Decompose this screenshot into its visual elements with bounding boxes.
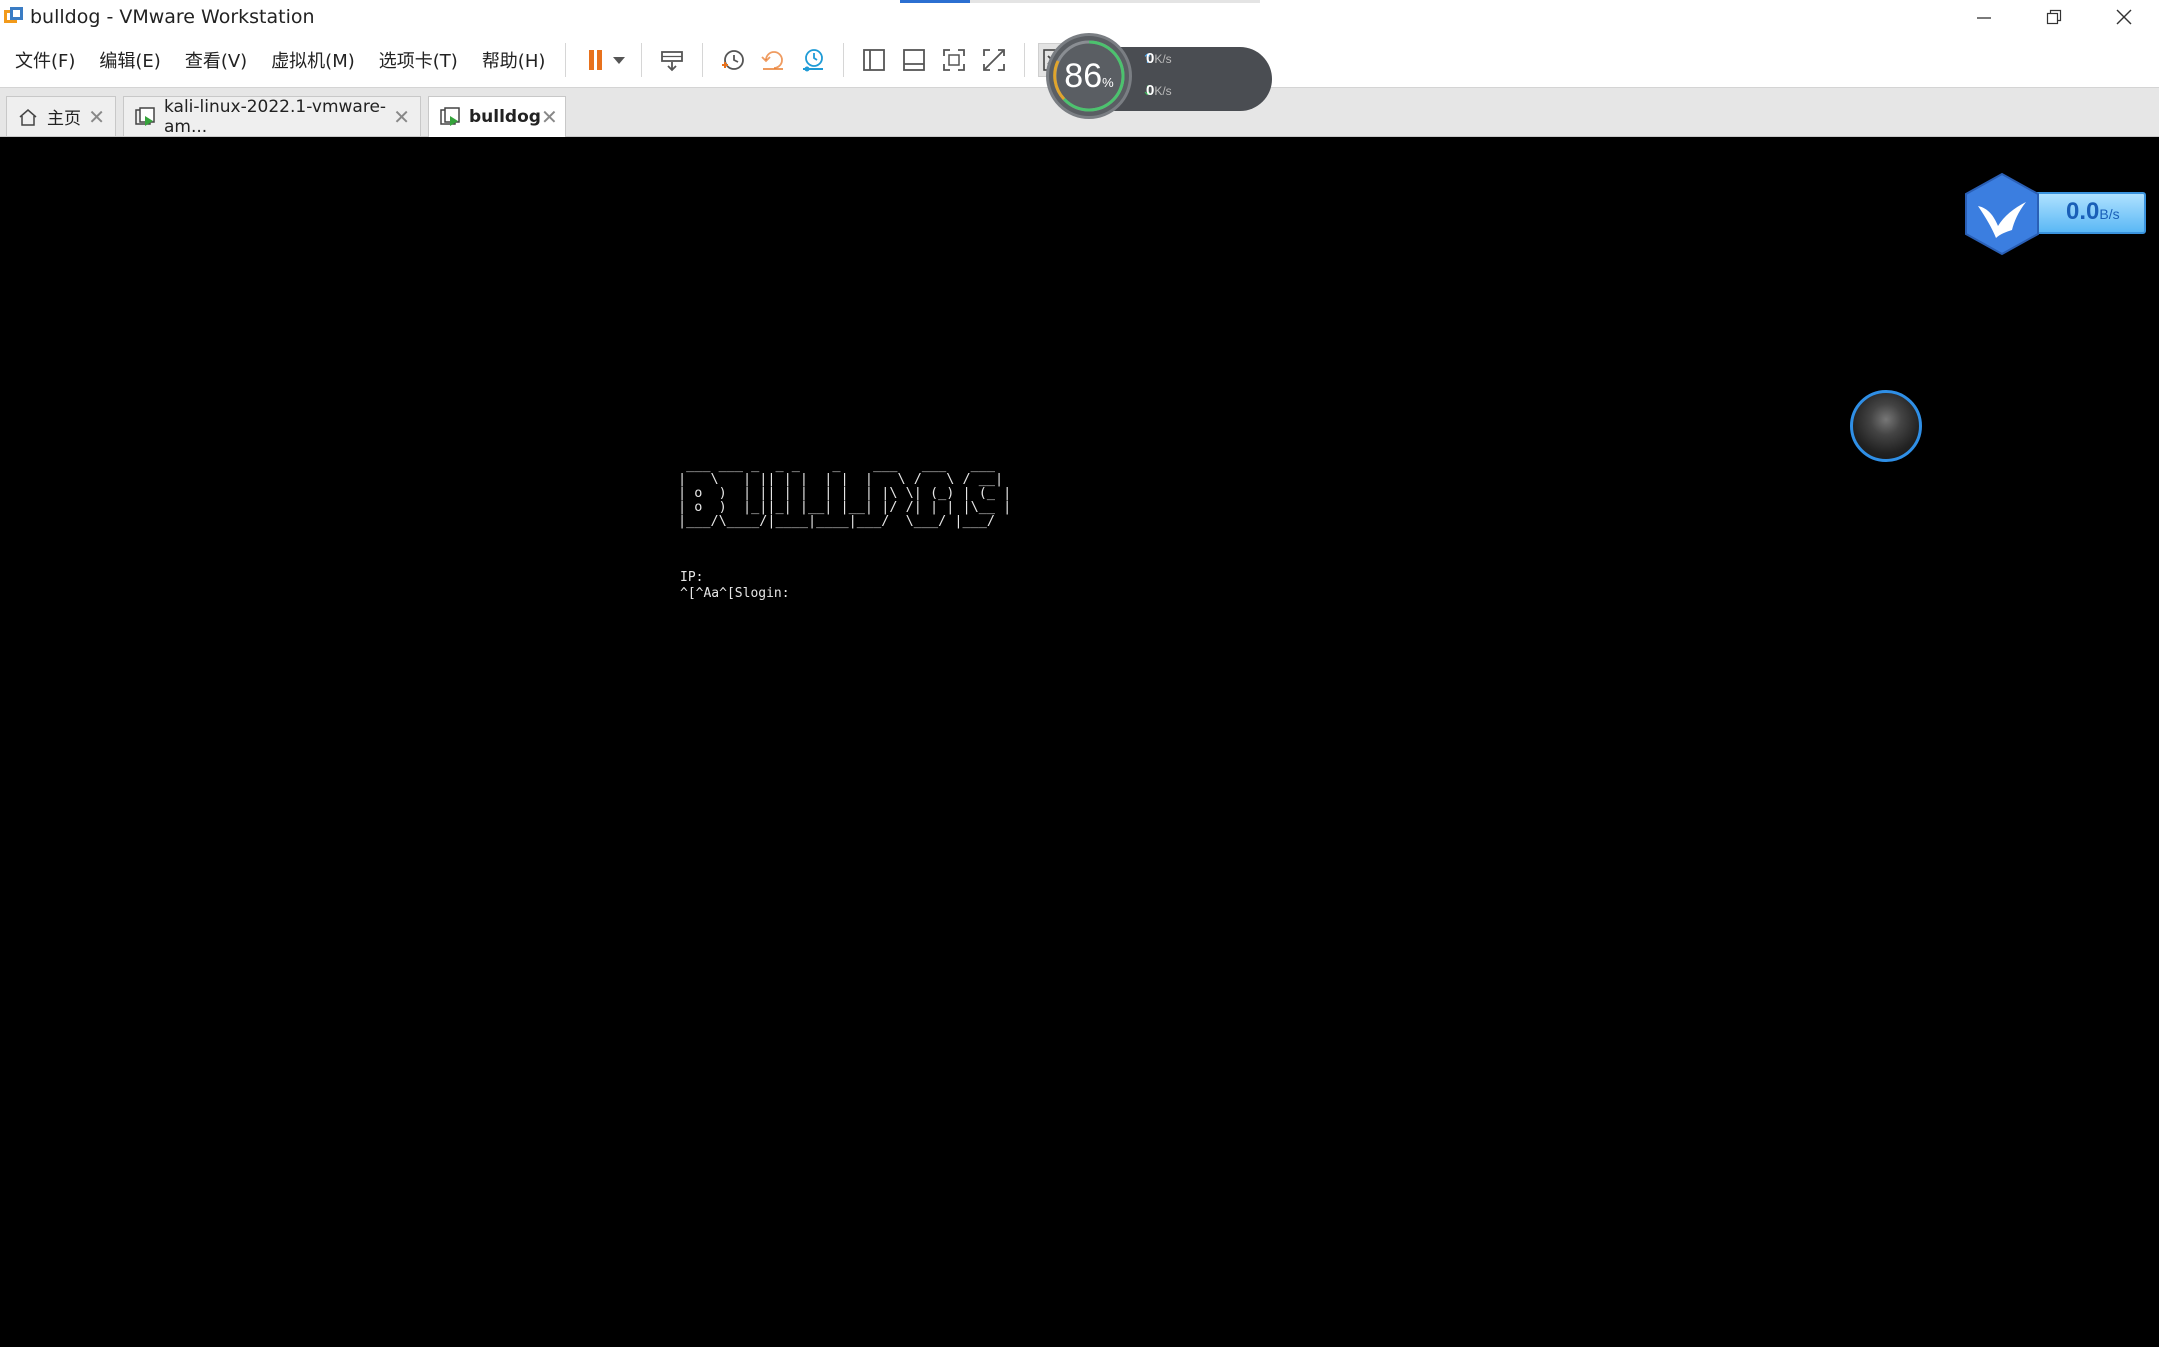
take-snapshot-button[interactable]: [716, 43, 750, 77]
login-prompt: ^[^Aa^[Slogin:: [680, 586, 790, 601]
tab-bulldog-label: bulldog: [469, 107, 541, 127]
full-screen-icon: [943, 49, 966, 71]
toolbar-divider: [702, 43, 704, 77]
bird-unit: B/s: [2099, 206, 2120, 222]
menu-vm[interactable]: 虚拟机(M): [261, 47, 365, 73]
network-speed-widget[interactable]: 86% ↑ 0K/s ↓ 0K/s: [1046, 33, 1272, 125]
send-ctrl-alt-del-button[interactable]: [655, 43, 689, 77]
progress-track: [970, 0, 1260, 3]
tab-kali-linux-label: kali-linux-2022.1-vmware-am...: [164, 96, 387, 137]
restore-button[interactable]: [2019, 0, 2089, 33]
gauge-percent-unit: %: [1102, 74, 1114, 90]
show-library-button[interactable]: [857, 43, 891, 77]
unity-button[interactable]: [977, 43, 1011, 77]
toolbar-divider: [565, 43, 567, 77]
close-icon[interactable]: ✕: [541, 105, 558, 129]
gauge-percent: 86: [1064, 56, 1103, 95]
toolbar-divider: [843, 43, 845, 77]
close-button[interactable]: [2089, 0, 2159, 33]
full-screen-button[interactable]: [937, 43, 971, 77]
show-library-icon: [863, 49, 886, 71]
snapshot-icon: [722, 50, 745, 70]
close-icon: [2116, 9, 2132, 24]
revert-snapshot-icon: [761, 51, 784, 70]
bird-value: 0.0: [2066, 198, 2100, 225]
menu-view[interactable]: 查看(V): [175, 47, 257, 73]
minimize-button[interactable]: [1949, 0, 2019, 33]
tab-home[interactable]: 主页 ✕: [6, 96, 116, 136]
thumbnail-bar-icon: [903, 49, 926, 71]
close-icon[interactable]: ✕: [88, 105, 105, 129]
download-speed: 0K/s: [1146, 82, 1172, 99]
restore-icon: [2046, 9, 2062, 24]
floating-avatar[interactable]: [1850, 390, 1922, 462]
send-ctrl-alt-del-icon: [661, 51, 684, 72]
pause-button[interactable]: [579, 43, 613, 77]
snapshot-manager-icon: [803, 49, 824, 72]
memory-gauge: 86%: [1046, 33, 1132, 119]
progress-indicator: [900, 0, 970, 3]
snapshot-manager-button[interactable]: [796, 43, 830, 77]
menu-tabs[interactable]: 选项卡(T): [369, 47, 468, 73]
vm-icon: [134, 106, 156, 128]
menu-help[interactable]: 帮助(H): [472, 47, 556, 73]
bird-speed-widget[interactable]: 0.0B/s: [1962, 172, 2152, 256]
toolbar-divider: [641, 43, 643, 77]
power-dropdown-button[interactable]: [610, 43, 628, 77]
unity-icon: [983, 49, 1006, 71]
vmware-logo-icon: [4, 6, 24, 27]
home-icon: [17, 106, 39, 128]
close-icon[interactable]: ✕: [393, 105, 410, 129]
upload-unit: K/s: [1154, 52, 1172, 66]
bird-logo-icon: [1965, 172, 2039, 256]
pause-icon: [589, 50, 603, 70]
download-unit: K/s: [1154, 84, 1172, 98]
title-bar: bulldog - VMware Workstation: [0, 0, 2159, 33]
window-title: bulldog - VMware Workstation: [30, 5, 315, 28]
upload-speed: 0K/s: [1146, 50, 1172, 67]
vm-icon: [439, 106, 461, 128]
tab-bulldog[interactable]: bulldog ✕: [428, 96, 566, 137]
minimize-icon: [1977, 16, 1991, 19]
dropdown-arrow-icon: [613, 57, 626, 64]
tab-kali-linux[interactable]: kali-linux-2022.1-vmware-am... ✕: [123, 96, 421, 137]
menu-file[interactable]: 文件(F): [5, 47, 85, 73]
toolbar-divider: [1024, 43, 1026, 77]
bulldog-ascii-banner: ___ ___ _ _ _ _ ___ ___ ___ | \ | || | |…: [678, 457, 1012, 529]
bird-speed-value: 0.0B/s: [2066, 198, 2120, 226]
revert-snapshot-button[interactable]: [756, 43, 790, 77]
ip-line: IP:: [680, 570, 704, 585]
vm-console-screen[interactable]: [0, 137, 2159, 1347]
thumbnail-bar-button[interactable]: [897, 43, 931, 77]
menu-edit[interactable]: 编辑(E): [89, 47, 170, 73]
tab-home-label: 主页: [47, 109, 81, 129]
